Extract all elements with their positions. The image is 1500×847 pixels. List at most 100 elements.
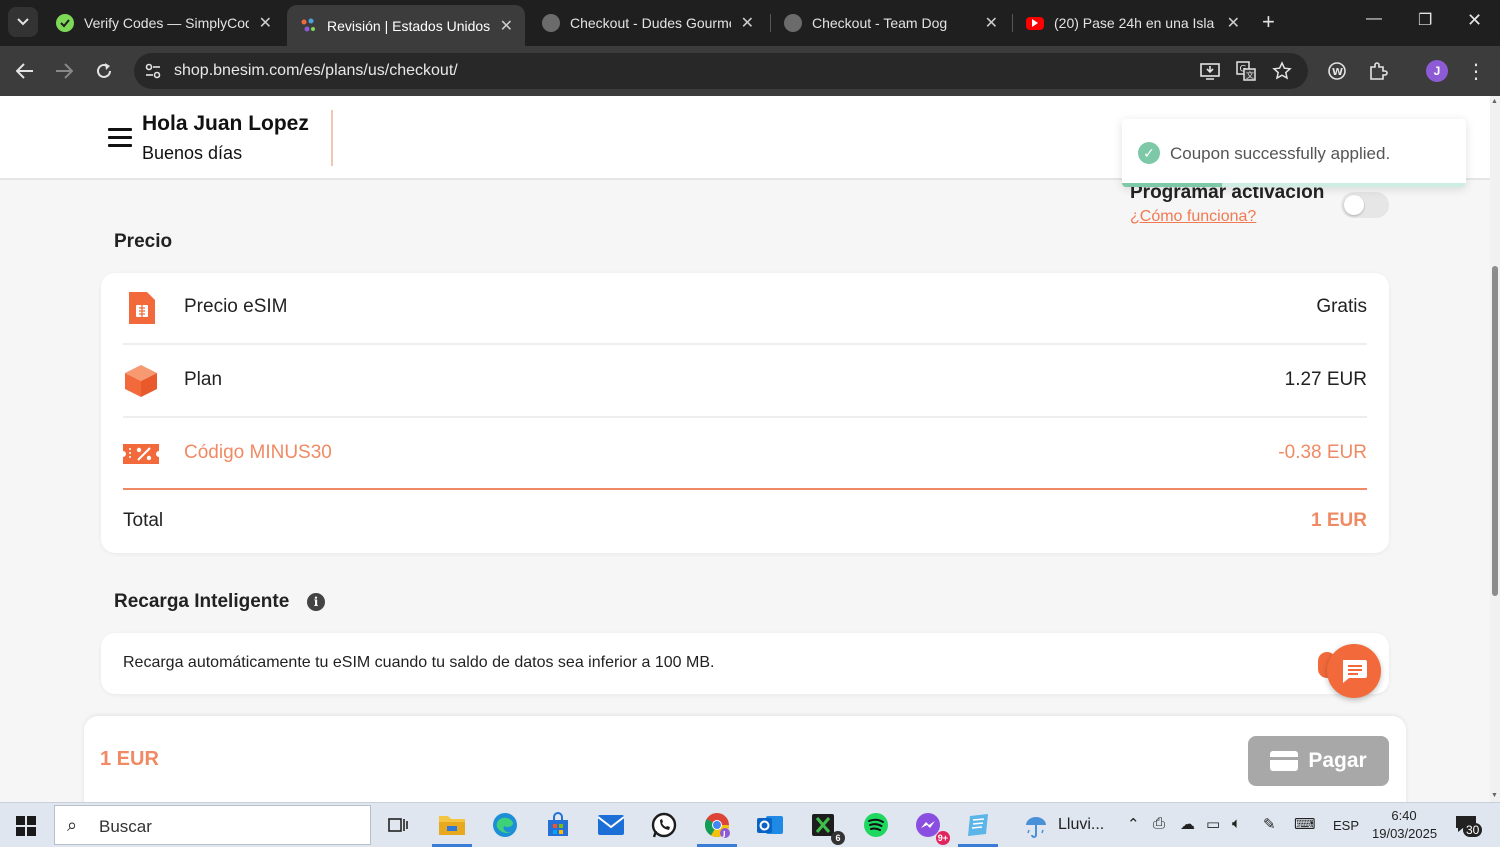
site-settings-icon[interactable] (144, 62, 162, 85)
chat-bubble-icon (1343, 660, 1367, 683)
install-app-icon[interactable] (1200, 61, 1220, 81)
messenger-icon[interactable]: 9+ (912, 809, 950, 845)
scrollbar-thumb[interactable] (1492, 266, 1498, 596)
row-label: Precio eSIM (184, 296, 288, 317)
file-explorer-icon[interactable] (432, 809, 472, 847)
clock-time: 6:40 (1391, 808, 1417, 823)
keyboard-icon[interactable]: ⌨ (1294, 815, 1316, 833)
notepad-icon[interactable] (958, 809, 998, 847)
show-hidden-icons-icon[interactable]: ⌃ (1127, 815, 1140, 833)
translate-icon[interactable]: G文 (1236, 61, 1256, 81)
globe-icon (784, 14, 802, 32)
mail-icon[interactable] (595, 809, 627, 841)
scroll-up-icon[interactable]: ▲ (1491, 98, 1498, 105)
success-toast[interactable]: ✓ Coupon successfully applied. (1122, 119, 1466, 187)
smart-recharge-description: Recarga automáticamente tu eSIM cuando t… (123, 654, 715, 671)
discount-tag-icon (123, 444, 159, 464)
hamburger-menu-icon[interactable] (108, 128, 132, 152)
edge-browser-icon[interactable] (489, 809, 521, 841)
toast-progress-bar (1122, 183, 1222, 187)
smart-recharge-title: Recarga Inteligente (114, 591, 290, 612)
excel-badge: 6 (831, 831, 845, 845)
tab-close-icon[interactable]: ✕ (985, 13, 998, 33)
excel-icon[interactable]: 6 (807, 809, 845, 845)
tab-dudes-gourmet[interactable]: Checkout - Dudes Gourmet ✕ (530, 5, 766, 41)
tab-title: Checkout - Team Dog (812, 15, 948, 31)
tab-youtube[interactable]: (20) Pase 24h en una Isla Desierta ✕ (1014, 5, 1252, 41)
svg-text:文: 文 (1246, 70, 1254, 80)
price-card: Precio eSIM Gratis Plan 1.27 EUR Código … (101, 273, 1389, 553)
tab-title: Checkout - Dudes Gourmet (570, 15, 731, 31)
scroll-down-icon[interactable]: ▼ (1491, 792, 1498, 799)
whatsapp-icon[interactable] (648, 809, 680, 841)
profile-avatar[interactable]: J (1425, 59, 1449, 83)
restore-icon[interactable]: ❐ (1418, 10, 1432, 30)
schedule-activation-toggle[interactable] (1341, 192, 1389, 218)
browser-toolbar: shop.bnesim.com/es/plans/us/checkout/ G文… (0, 46, 1500, 96)
language-indicator[interactable]: ESP (1333, 818, 1359, 833)
tab-close-icon[interactable]: ✕ (259, 13, 272, 33)
taskbar-clock[interactable]: 6:40 19/03/2025 (1372, 807, 1437, 843)
toggle-knob (1344, 195, 1364, 215)
how-it-works-link[interactable]: ¿Cómo funciona? (1130, 208, 1256, 226)
tab-close-icon[interactable]: ✕ (1227, 13, 1240, 33)
tab-team-dog[interactable]: Checkout - Team Dog ✕ (772, 5, 1010, 41)
meet-now-icon[interactable]: ⎙ (1153, 815, 1165, 832)
outlook-icon[interactable] (754, 809, 786, 841)
profile-initial: J (1426, 60, 1448, 82)
tab-separator (1012, 14, 1013, 32)
windows-start-icon[interactable] (16, 816, 36, 836)
extensions-puzzle-icon[interactable] (1366, 59, 1390, 83)
messenger-badge: 9+ (935, 831, 950, 845)
search-icon: ⌕ (67, 815, 78, 835)
wallet-extension-icon[interactable]: W (1325, 59, 1349, 83)
tab-close-icon[interactable]: ✕ (741, 13, 754, 33)
row-label: Código MINUS30 (184, 442, 332, 463)
info-icon[interactable]: i (307, 593, 325, 611)
weather-rain-icon[interactable] (1020, 809, 1052, 841)
total-divider (123, 488, 1367, 490)
tab-close-icon[interactable]: ✕ (500, 16, 513, 36)
address-bar[interactable]: shop.bnesim.com/es/plans/us/checkout/ G文 (134, 53, 1308, 89)
spotify-icon[interactable] (860, 809, 892, 841)
onedrive-cloud-icon[interactable]: ☁ (1180, 815, 1195, 833)
page-scrollbar[interactable]: ▲ ▼ (1490, 96, 1500, 802)
pen-icon[interactable]: ✎ (1263, 815, 1276, 833)
sim-card-icon (129, 292, 155, 324)
microsoft-store-icon[interactable] (542, 809, 574, 841)
volume-icon[interactable]: 🔈︎ (1232, 815, 1241, 832)
row-value: 1.27 EUR (1284, 369, 1367, 390)
task-view-icon[interactable] (382, 809, 414, 841)
new-tab-icon[interactable]: + (1262, 10, 1275, 34)
greeting-name: Hola Juan Lopez (142, 112, 309, 135)
chrome-icon[interactable]: J (697, 809, 737, 847)
reload-icon[interactable] (91, 58, 117, 84)
row-value: Gratis (1316, 296, 1367, 317)
chat-button[interactable] (1327, 644, 1381, 698)
forward-arrow-icon[interactable] (51, 58, 77, 84)
checkout-page: Hola Juan Lopez Buenos días Programar ac… (0, 96, 1490, 802)
url-text: shop.bnesim.com/es/plans/us/checkout/ (174, 62, 458, 79)
close-window-icon[interactable]: ✕ (1467, 10, 1482, 31)
taskbar-search[interactable]: ⌕ Buscar (54, 805, 371, 845)
notification-center-icon[interactable]: 30 (1455, 815, 1483, 837)
simplycodes-icon (56, 14, 74, 32)
pay-button[interactable]: Pagar (1248, 736, 1389, 786)
chevron-down-icon (17, 18, 29, 26)
row-divider (123, 416, 1367, 418)
price-row-coupon: Código MINUS30 -0.38 EUR (123, 419, 1367, 491)
tab-search-button[interactable] (8, 7, 38, 37)
tab-bnesim-checkout[interactable]: Revisión | Estados Unidos eSIM ✕ (287, 5, 525, 46)
total-label: Total (123, 510, 164, 531)
tab-title: Verify Codes — SimplyCodes (84, 15, 249, 31)
bookmark-star-icon[interactable] (1272, 61, 1292, 81)
svg-text:W: W (1332, 67, 1343, 78)
back-arrow-icon[interactable] (12, 58, 38, 84)
network-icon[interactable]: ▭ (1206, 815, 1220, 833)
tab-simplycodes[interactable]: Verify Codes — SimplyCodes ✕ (44, 5, 284, 41)
browser-tabstrip: Verify Codes — SimplyCodes ✕ Revisión | … (0, 0, 1500, 46)
browser-menu-icon[interactable]: ⋮ (1464, 59, 1488, 83)
minimize-icon[interactable]: — (1366, 10, 1382, 28)
weather-text[interactable]: Lluvi... (1058, 816, 1104, 834)
row-label: Plan (184, 369, 223, 390)
